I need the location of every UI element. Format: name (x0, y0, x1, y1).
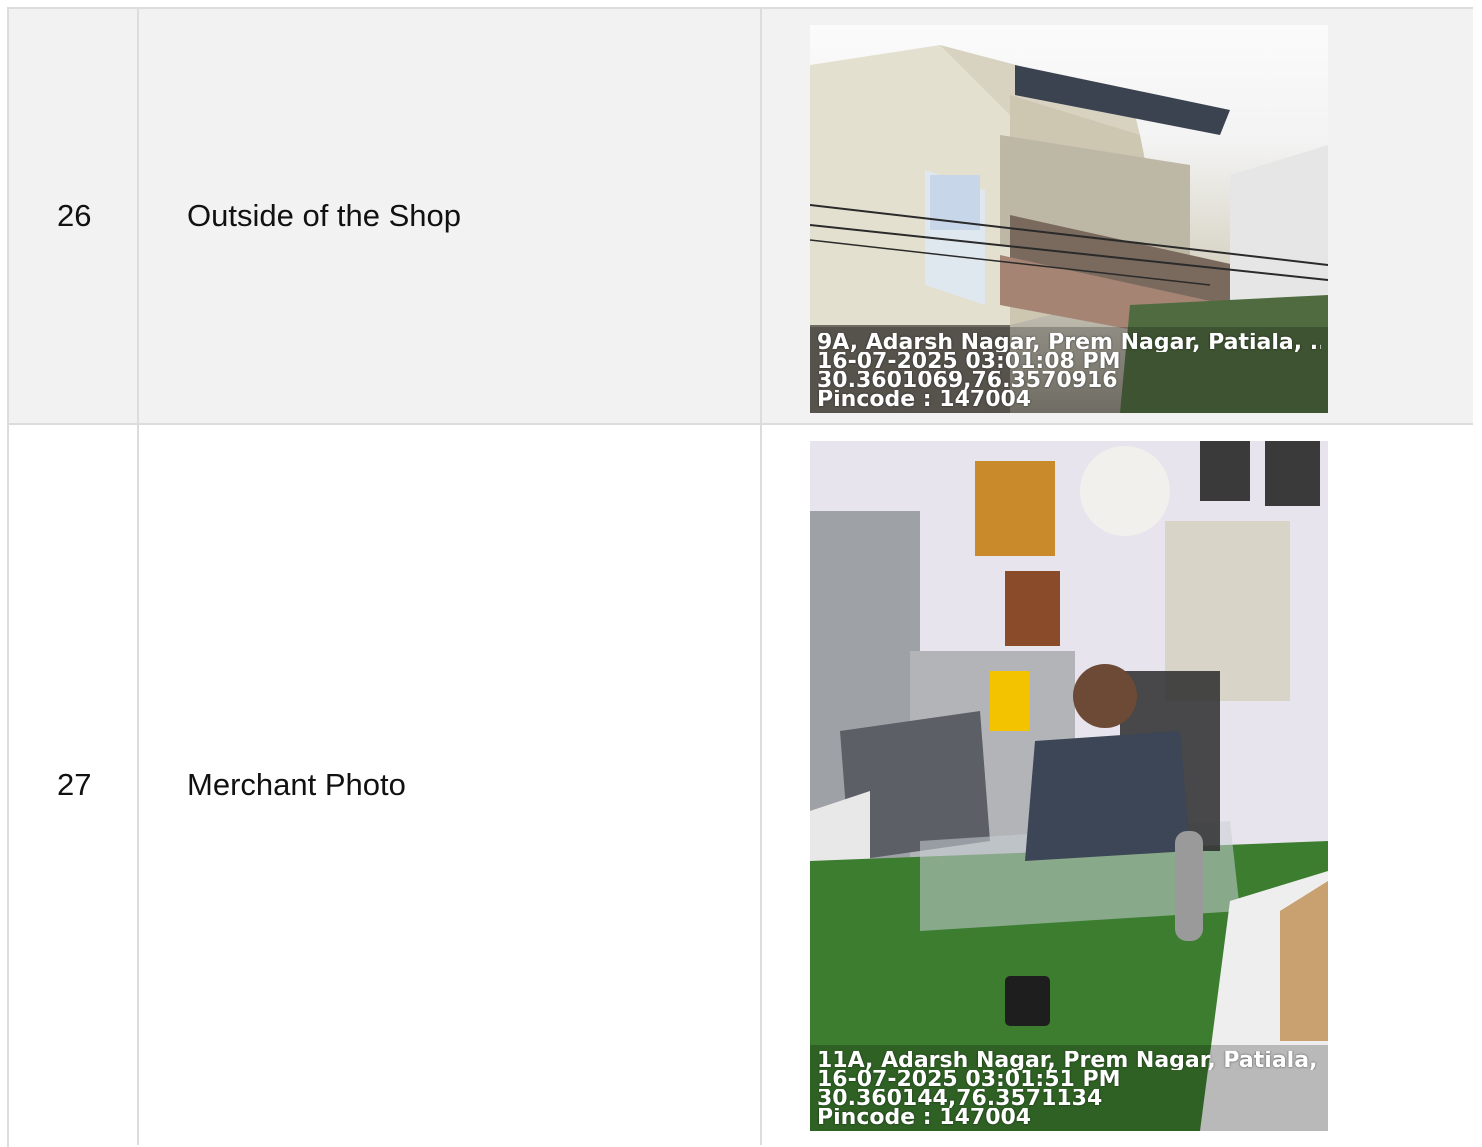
shop-exterior-photo: 9A, Adarsh Nagar, Prem Nagar, Patiala, .… (810, 25, 1328, 413)
table-row: 27 Merchant Photo 11A, Adarsh Nagar, Pre… (9, 425, 1473, 1145)
merchant-photo: 11A, Adarsh Nagar, Prem Nagar, Patiala, … (810, 441, 1328, 1131)
geo-datetime: 16-07-2025 03:01:51 PM (817, 1070, 1121, 1089)
row-number: 27 (9, 425, 139, 1145)
photo-cell: 9A, Adarsh Nagar, Prem Nagar, Patiala, .… (762, 9, 1473, 423)
geo-coordinates: 30.360144,76.3571134 (817, 1089, 1103, 1108)
geo-address: 9A, Adarsh Nagar, Prem Nagar, Patiala, .… (817, 333, 1321, 352)
photo-cell: 11A, Adarsh Nagar, Prem Nagar, Patiala, … (762, 425, 1473, 1145)
geo-stamp: 11A, Adarsh Nagar, Prem Nagar, Patiala, … (810, 1045, 1328, 1131)
row-label: Outside of the Shop (139, 9, 762, 423)
geo-pincode: Pincode : 147004 (817, 390, 1032, 409)
geo-coordinates: 30.3601069,76.3570916 (817, 371, 1118, 390)
geo-datetime: 16-07-2025 03:01:08 PM (817, 352, 1121, 371)
geo-stamp: 9A, Adarsh Nagar, Prem Nagar, Patiala, .… (810, 327, 1328, 413)
geo-pincode: Pincode : 147004 (817, 1108, 1032, 1127)
row-label: Merchant Photo (139, 425, 762, 1145)
table-row: 26 Outside of the Shop 9A, Adarsh Nagar,… (9, 9, 1473, 425)
geo-address: 11A, Adarsh Nagar, Prem Nagar, Patiala, … (817, 1051, 1321, 1070)
evidence-table: 26 Outside of the Shop 9A, Adarsh Nagar,… (7, 7, 1473, 1147)
office-image (810, 441, 1328, 1131)
row-number: 26 (9, 9, 139, 423)
